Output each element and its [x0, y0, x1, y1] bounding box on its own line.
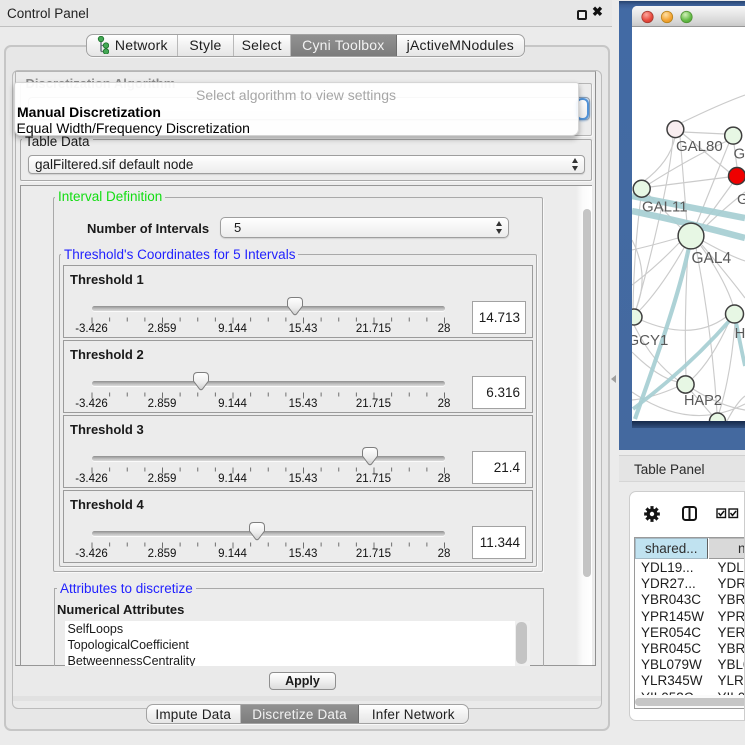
svg-text:H: H	[735, 325, 745, 342]
svg-text:GAL80: GAL80	[676, 138, 723, 155]
svg-text:GAL11: GAL11	[642, 199, 688, 216]
svg-text:G: G	[737, 191, 745, 208]
svg-text:GCY1: GCY1	[632, 332, 668, 349]
svg-text:HAP2: HAP2	[684, 393, 722, 409]
svg-text:GA: GA	[734, 146, 745, 163]
svg-text:GAL4: GAL4	[692, 250, 732, 267]
